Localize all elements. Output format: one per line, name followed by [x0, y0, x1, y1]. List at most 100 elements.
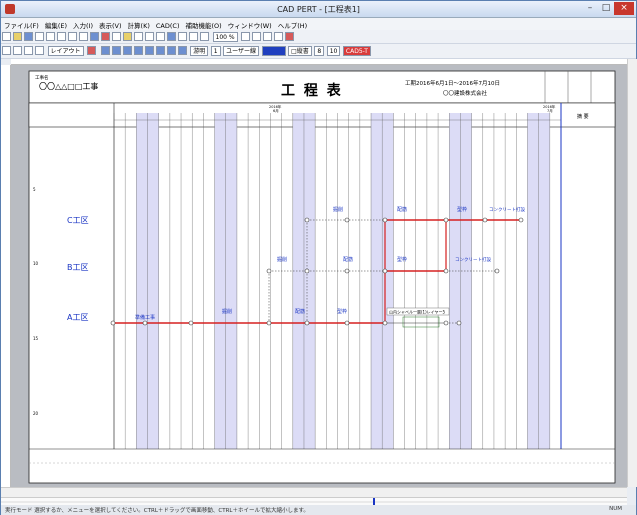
cut-icon[interactable] [35, 32, 44, 41]
frame-icon-3[interactable] [24, 46, 33, 55]
task-prep: 準備工事 [135, 314, 155, 321]
network-node[interactable] [443, 268, 449, 274]
status-num: NUM [609, 506, 622, 512]
network-node[interactable] [482, 217, 488, 223]
status-text: 実行モード 選択するか、メニューを選択してください。CTRL＋ドラッグで画面移動… [5, 508, 309, 514]
style-icon-3[interactable] [122, 46, 132, 55]
network-node[interactable] [304, 217, 310, 223]
style-icon-8[interactable] [177, 46, 187, 55]
zoom-reset-icon[interactable] [285, 32, 295, 41]
style-icon-4[interactable] [133, 46, 143, 55]
horizontal-scrollbar[interactable] [1, 487, 627, 497]
zoom-out-icon[interactable] [263, 32, 273, 41]
grid-toggle[interactable]: □縦書 [288, 46, 312, 56]
minimize-button[interactable]: – [582, 2, 598, 15]
layout-select[interactable]: レイアウト [47, 46, 84, 56]
task-b-rebar: 配筋 [343, 256, 353, 263]
task-b-concrete: コンクリート打設 [455, 256, 491, 263]
style-icon-6[interactable] [155, 46, 165, 55]
company-text: 〇〇建設株式会社 [443, 89, 488, 97]
status-bar: 実行モード 選択するか、メニューを選択してください。CTRL＋ドラッグで画面移動… [1, 505, 636, 515]
refresh-icon[interactable] [200, 32, 209, 41]
frame-icon-2[interactable] [13, 46, 22, 55]
paste-icon[interactable] [57, 32, 66, 41]
align-icon[interactable] [145, 32, 154, 41]
drawing-area[interactable]: 工事名 〇〇△△□□工事 工 程 表 工期2016年6月1日～2016年7月10… [11, 65, 627, 487]
network-node[interactable] [188, 320, 194, 326]
timeline-ruler [1, 497, 627, 506]
copy-icon[interactable] [46, 32, 55, 41]
network-node[interactable] [456, 320, 462, 326]
network-node[interactable] [142, 320, 148, 326]
frame-icon[interactable] [2, 46, 11, 55]
style-icon-5[interactable] [144, 46, 154, 55]
text-icon[interactable] [134, 32, 143, 41]
network-node[interactable] [518, 217, 524, 223]
project-label: 工事名 [35, 74, 49, 81]
network-node[interactable] [443, 320, 449, 326]
sheet-title: 工 程 表 [281, 82, 343, 99]
style-icon-2[interactable] [111, 46, 121, 55]
frame-icon-4[interactable] [35, 46, 44, 55]
vertical-scrollbar[interactable] [627, 59, 637, 487]
network-node[interactable] [110, 320, 116, 326]
help-icon[interactable] [79, 32, 88, 41]
network-node[interactable] [443, 217, 449, 223]
mode-badge[interactable]: CAD5-T [342, 46, 371, 56]
layer-select[interactable]: ユーザー線 [223, 46, 260, 56]
task-c-concrete: コンクリート打設 [489, 206, 525, 213]
weekend-column [382, 113, 394, 449]
pointer-icon[interactable] [112, 32, 121, 41]
fit-icon[interactable] [241, 32, 251, 41]
network-node[interactable] [344, 268, 350, 274]
draw-icon[interactable] [123, 32, 132, 41]
network-node[interactable] [382, 217, 388, 223]
network-node[interactable] [494, 268, 500, 274]
network-node[interactable] [266, 320, 272, 326]
maximize-button[interactable]: □ [598, 2, 614, 15]
month-left: 6月 [273, 108, 279, 113]
network-node[interactable] [304, 320, 310, 326]
menu-bar: ファイル(F) 編集(E) 入力(I) 表示(V) 計算(K) CAD(C) 補助機能(O)… [1, 18, 636, 30]
app-window: CAD PERT - [工程表1] – □ × ファイル(F) 編集(E) 入力(I… [0, 0, 637, 515]
pen-select[interactable]: 1 [210, 46, 221, 56]
open-folder-icon[interactable] [13, 32, 22, 41]
network-node[interactable] [344, 320, 350, 326]
remarks-header: 摘 要 [577, 113, 589, 120]
network-node[interactable] [304, 268, 310, 274]
zoom-in-icon[interactable] [252, 32, 262, 41]
zoom-select[interactable]: 100 % [212, 32, 238, 42]
eraser-icon[interactable] [87, 46, 97, 55]
weekend-column [371, 113, 383, 449]
grid-icon[interactable] [90, 32, 99, 41]
weekend-column [460, 113, 472, 449]
standard-toolbar: 100 % [1, 30, 636, 44]
resource-note: 山内シャベル一層(1)レイヤー5 [389, 309, 446, 315]
task-c-formwork: 型枠 [457, 206, 467, 213]
save-icon[interactable] [24, 32, 33, 41]
size-select-b[interactable]: 10 [326, 46, 341, 56]
network-node[interactable] [382, 320, 388, 326]
day-columns [113, 103, 562, 449]
task-c-excavation: 掘削 [333, 206, 343, 213]
chart-icon[interactable] [167, 32, 176, 41]
color-icon[interactable] [101, 32, 110, 41]
month-right: 7月 [547, 108, 553, 113]
calendar-header [28, 102, 616, 128]
print-icon[interactable] [68, 32, 77, 41]
size-select-a[interactable]: 8 [314, 46, 325, 56]
line-color-select[interactable] [261, 46, 286, 56]
style-icon-1[interactable] [100, 46, 110, 55]
left-ruler [1, 65, 11, 487]
network-node[interactable] [266, 268, 272, 274]
distribute-icon[interactable] [156, 32, 165, 41]
undo-icon[interactable] [178, 32, 187, 41]
zoom-area-icon[interactable] [274, 32, 284, 41]
redo-icon[interactable] [189, 32, 198, 41]
font-select[interactable]: 游明 [190, 46, 209, 56]
network-node[interactable] [344, 217, 350, 223]
close-button[interactable]: × [614, 2, 634, 15]
new-file-icon[interactable] [2, 32, 11, 41]
network-node[interactable] [382, 268, 388, 274]
style-icon-7[interactable] [166, 46, 176, 55]
